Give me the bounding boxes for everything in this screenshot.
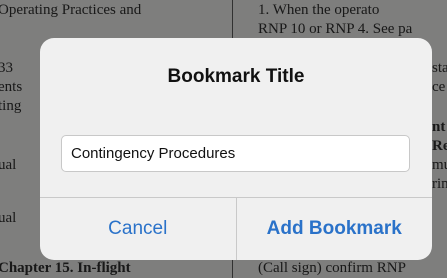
bookmark-title-input[interactable]: [61, 135, 410, 172]
cancel-button[interactable]: Cancel: [40, 198, 236, 260]
dialog-button-row: Cancel Add Bookmark: [40, 197, 432, 260]
add-bookmark-button[interactable]: Add Bookmark: [237, 198, 433, 260]
bookmark-title-dialog: Bookmark Title Cancel Add Bookmark: [40, 38, 432, 260]
dialog-title: Bookmark Title: [167, 66, 305, 87]
